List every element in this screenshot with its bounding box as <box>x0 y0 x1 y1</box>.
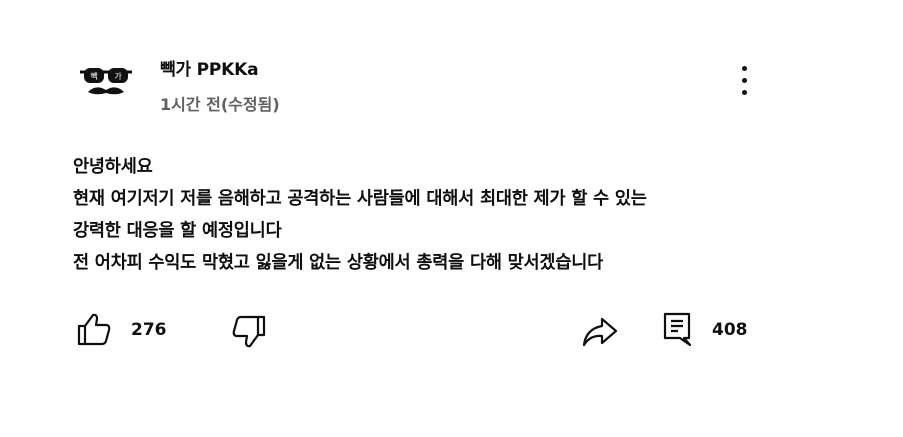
thumbs-down-icon <box>232 315 266 348</box>
avatar-glyph-left: 빽 <box>90 71 97 81</box>
comment-author[interactable]: 빽가 PPKKa <box>160 55 259 80</box>
avatar-glyph-right: 가 <box>114 72 122 81</box>
avatar[interactable]: 빽 가 <box>78 58 134 106</box>
reply-icon <box>663 312 692 347</box>
sunglasses-avatar-icon: 빽 가 <box>80 68 132 95</box>
comment-line: 안녕하세요 <box>73 157 153 177</box>
more-options-button[interactable] <box>734 66 754 98</box>
more-vertical-icon <box>734 66 754 95</box>
share-button[interactable] <box>581 314 619 348</box>
like-count: 276 <box>131 320 167 340</box>
comment-line: 전 어차피 수익도 막혔고 잃을게 없는 상황에서 총력을 다해 맞서겠습니다 <box>73 253 604 273</box>
comment-line: 현재 여기저기 저를 음해하고 공격하는 사람들에 대해서 최대한 제가 할 수… <box>73 189 647 209</box>
comment-timestamp[interactable]: 1시간 전(수정됨) <box>160 91 280 115</box>
reply-count: 408 <box>712 320 748 340</box>
reply-button[interactable] <box>662 312 692 348</box>
like-button[interactable] <box>76 312 112 346</box>
comment-line: 강력한 대응을 할 예정입니다 <box>73 221 282 241</box>
share-icon <box>582 317 618 347</box>
dislike-button[interactable] <box>231 315 267 349</box>
comment-body: 안녕하세요 현재 여기저기 저를 음해하고 공격하는 사람들에 대해서 최대한 … <box>73 151 793 279</box>
thumbs-up-icon <box>77 313 111 346</box>
